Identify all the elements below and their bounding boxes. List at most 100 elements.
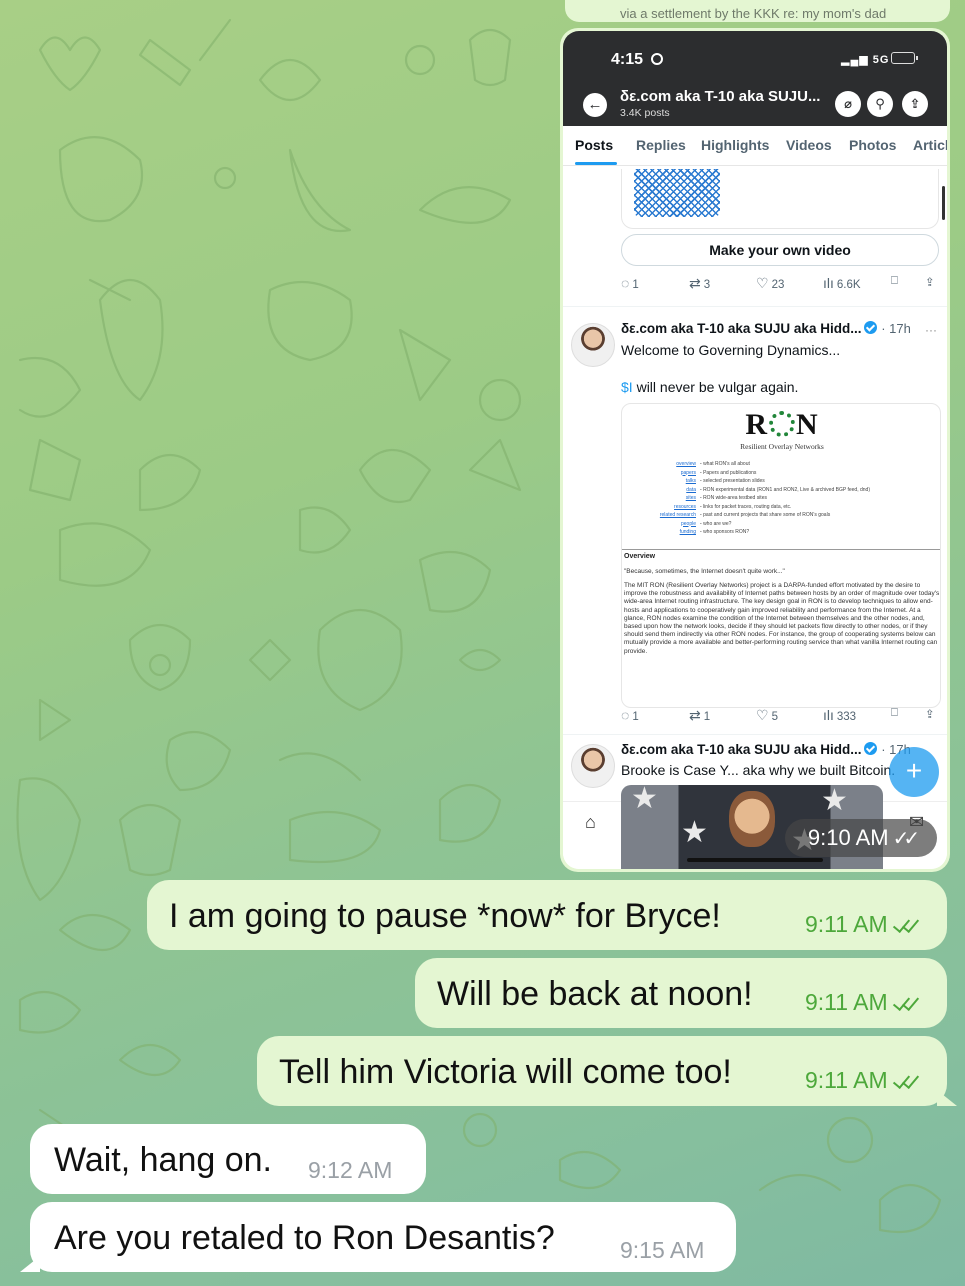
tab-articles: Articl bbox=[913, 137, 947, 153]
outgoing-message-bubble[interactable]: Tell him Victoria will come too! 9:11 AM bbox=[257, 1036, 957, 1106]
ron-quote: "Because, sometimes, the Internet doesn'… bbox=[624, 568, 785, 575]
like-count: ♡ 5 bbox=[756, 707, 778, 723]
view-count: ılı 6.6K bbox=[823, 275, 861, 291]
signal-strength: ▂▄▆ 5G bbox=[841, 54, 890, 66]
message-time: 9:15 AM bbox=[620, 1237, 705, 1263]
phone-home-indicator bbox=[687, 858, 823, 862]
star-icon: ★ bbox=[631, 785, 658, 815]
view-count: ılı 333 bbox=[823, 707, 857, 723]
tab-replies: Replies bbox=[636, 137, 686, 153]
ron-overview-heading: Overview bbox=[624, 553, 656, 560]
star-icon: ★ bbox=[821, 785, 848, 817]
grok-icon: ⌀ bbox=[835, 91, 861, 117]
bookmark-icon: ⎕ bbox=[891, 275, 898, 287]
share-icon: ⇪ bbox=[925, 709, 935, 721]
read-checkmarks-icon bbox=[892, 1072, 920, 1090]
make-video-button: Make your own video bbox=[621, 234, 939, 266]
repost-icon: ⇄ bbox=[689, 707, 701, 723]
post-text-line: Brooke is Case Y... aka why we built Bit… bbox=[621, 762, 896, 778]
read-checkmarks-icon bbox=[892, 994, 920, 1012]
back-arrow-icon: ← bbox=[583, 93, 607, 117]
active-tab-indicator bbox=[575, 162, 617, 165]
verified-badge-icon bbox=[864, 321, 878, 334]
reply-count: ◌ 1 bbox=[621, 275, 639, 291]
message-time: 9:11 AM bbox=[805, 1067, 920, 1094]
bubble-tail bbox=[937, 1090, 957, 1106]
bookmark-icon: ⎕ bbox=[891, 707, 898, 719]
post-author: δε.com aka T-10 aka SUJU aka Hidd... · 1… bbox=[621, 742, 911, 757]
screenshot-message-bubble[interactable]: 4:15 ▂▄▆ 5G ← δε.com aka T-10 aka SUJU..… bbox=[560, 28, 950, 872]
post-count: 3.4K posts bbox=[620, 107, 670, 119]
verified-badge-icon bbox=[864, 742, 878, 755]
read-checkmarks-icon bbox=[892, 916, 920, 934]
ron-divider bbox=[622, 549, 940, 550]
scroll-indicator bbox=[942, 186, 945, 220]
message-text: Wait, hang on. bbox=[54, 1141, 272, 1179]
previous-message-bubble: via a settlement by the KKK re: my mom's… bbox=[565, 0, 950, 22]
phone-header: 4:15 ▂▄▆ 5G ← δε.com aka T-10 aka SUJU..… bbox=[563, 31, 947, 126]
incoming-message-bubble[interactable]: Wait, hang on. 9:12 AM bbox=[30, 1124, 426, 1194]
search-icon: ⚲ bbox=[867, 91, 893, 117]
avatar bbox=[571, 323, 615, 367]
ron-body-text: The MIT RON (Resilient Overlay Networks)… bbox=[624, 582, 940, 655]
post-text-line: Welcome to Governing Dynamics... bbox=[621, 342, 841, 358]
post1-action-bar: ◌ 1 ⇄ 3 ♡ 23 ılı 6.6K ⎕ ⇪ bbox=[621, 275, 941, 295]
cashtag-link: $I bbox=[621, 379, 633, 395]
outgoing-message-bubble[interactable]: I am going to pause *now* for Bryce! 9:1… bbox=[147, 880, 947, 950]
like-count: ♡ 23 bbox=[756, 275, 785, 291]
share-icon: ⇪ bbox=[925, 277, 935, 289]
previous-message-text: via a settlement by the KKK re: my mom's… bbox=[620, 6, 887, 21]
share-icon: ⇪ bbox=[902, 91, 928, 117]
bubble-tail bbox=[20, 1256, 40, 1272]
status-time: 4:15 bbox=[611, 51, 644, 68]
ron-link-row: overview - what RON's all about bbox=[676, 461, 750, 467]
ron-link-row: papers - Papers and publications bbox=[680, 469, 757, 476]
heart-icon: ♡ bbox=[756, 275, 769, 291]
avatar bbox=[571, 744, 615, 788]
ron-link-row: sites - RON wide-area testbed sites bbox=[685, 495, 767, 501]
ron-logo: RN bbox=[745, 408, 819, 441]
profile-tabs: Posts Replies Highlights Videos Photos A… bbox=[563, 126, 947, 166]
post2-action-bar: ◌ 1 ⇄ 1 ♡ 5 ılı 333 ⎕ ⇪ bbox=[621, 707, 941, 727]
ron-link-row: funding - who sponsors RON? bbox=[679, 529, 750, 535]
phone-screenshot[interactable]: 4:15 ▂▄▆ 5G ← δε.com aka T-10 aka SUJU..… bbox=[563, 31, 947, 869]
tab-photos: Photos bbox=[849, 137, 897, 153]
portrait-image bbox=[729, 791, 775, 847]
message-text: Will be back at noon! bbox=[437, 975, 753, 1013]
gear-icon bbox=[651, 53, 663, 65]
home-icon: ⌂ bbox=[585, 812, 596, 832]
screenshot-timestamp: 9:10 AM ✓✓ bbox=[785, 819, 937, 857]
battery-icon bbox=[891, 52, 918, 64]
ron-link-row: talks - selected presentation slides bbox=[685, 478, 765, 484]
profile-name: δε.com aka T-10 aka SUJU... bbox=[620, 88, 821, 105]
repost-count: ⇄ 3 bbox=[689, 275, 711, 291]
message-text: I am going to pause *now* for Bryce! bbox=[169, 897, 721, 935]
post-text-line: $I will never be vulgar again. bbox=[621, 379, 799, 395]
ron-link-row: people - who are we? bbox=[680, 520, 732, 527]
ron-link-row: resources - links for packet traces, rout… bbox=[674, 503, 792, 510]
ron-link-list: overview - what RON's all about papers - P… bbox=[652, 460, 932, 537]
message-text: Tell him Victoria will come too! bbox=[279, 1053, 732, 1091]
star-icon: ★ bbox=[681, 816, 708, 849]
video-thumbnail bbox=[621, 169, 939, 229]
repost-count: ⇄ 1 bbox=[689, 707, 711, 723]
wave-pattern-image bbox=[634, 169, 720, 217]
tab-videos: Videos bbox=[786, 137, 832, 153]
outgoing-message-bubble[interactable]: Will be back at noon! 9:11 AM bbox=[415, 958, 947, 1028]
post-divider bbox=[563, 734, 947, 735]
read-checkmarks-icon: ✓✓ bbox=[892, 828, 920, 850]
reply-icon: ◌ bbox=[621, 707, 630, 723]
tab-posts: Posts bbox=[575, 137, 614, 153]
more-icon: ··· bbox=[925, 323, 937, 337]
heart-icon: ♡ bbox=[756, 707, 769, 723]
repost-icon: ⇄ bbox=[689, 275, 701, 291]
message-time: 9:11 AM bbox=[805, 989, 920, 1016]
ron-subtitle: Resilient Overlay Networks bbox=[740, 442, 824, 451]
post-divider bbox=[563, 306, 947, 307]
post-author: δε.com aka T-10 aka SUJU aka Hidd... · 1… bbox=[621, 321, 911, 336]
network-label: 5G bbox=[872, 54, 890, 66]
incoming-message-bubble[interactable]: Are you retaled to Ron Desantis? 9:15 AM bbox=[20, 1202, 736, 1272]
ron-logo-ring-icon bbox=[769, 411, 795, 437]
views-icon: ılı bbox=[823, 275, 834, 291]
message-text: Are you retaled to Ron Desantis? bbox=[54, 1219, 555, 1257]
